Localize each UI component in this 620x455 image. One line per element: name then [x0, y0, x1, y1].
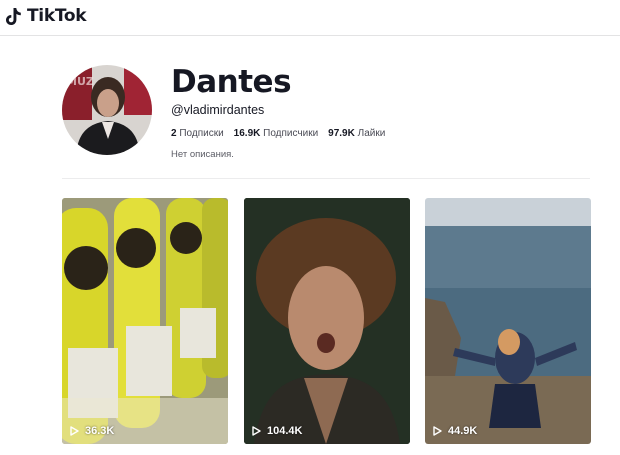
profile-display-name: Dantes: [171, 64, 292, 100]
svg-text:MUZ: MUZ: [66, 75, 94, 88]
play-icon: [252, 426, 261, 436]
video-card[interactable]: 44.9K: [425, 198, 591, 444]
followers-stat[interactable]: 16.9K Подписчики: [234, 128, 318, 139]
likes-stat: 97.9K Лайки: [328, 128, 385, 139]
video-thumbnail: [425, 198, 591, 444]
followers-label: Подписчики: [263, 128, 319, 139]
profile-avatar[interactable]: MUZ: [62, 65, 152, 155]
profile-bio: Нет описания.: [171, 149, 234, 160]
view-count-text: 36.3K: [85, 425, 115, 437]
followers-count: 16.9K: [233, 128, 261, 139]
top-navigation-bar: TikTok: [0, 0, 620, 36]
following-count: 2: [171, 128, 177, 139]
video-thumbnail: [62, 198, 228, 444]
play-icon: [70, 426, 79, 436]
following-stat[interactable]: 2 Подписки: [171, 128, 224, 139]
video-card[interactable]: 36.3K: [62, 198, 228, 444]
following-label: Подписки: [179, 128, 224, 139]
logo-text: TikTok: [27, 6, 87, 26]
view-count: 36.3K: [70, 425, 114, 437]
view-count: 104.4K: [252, 425, 302, 437]
section-divider: [62, 178, 590, 179]
video-thumbnail: [244, 198, 410, 444]
view-count-text: 104.4K: [267, 425, 303, 437]
tiktok-note-icon: [6, 8, 21, 25]
view-count-text: 44.9K: [448, 425, 478, 437]
view-count: 44.9K: [433, 425, 477, 437]
video-card[interactable]: 104.4K: [244, 198, 410, 444]
tiktok-logo[interactable]: TikTok: [4, 3, 87, 29]
likes-label: Лайки: [357, 128, 386, 139]
play-icon: [433, 426, 442, 436]
profile-stats: 2 Подписки 16.9K Подписчики 97.9K Лайки: [171, 128, 385, 139]
profile-handle: @vladimirdantes: [171, 103, 265, 117]
likes-count: 97.9K: [328, 128, 355, 139]
